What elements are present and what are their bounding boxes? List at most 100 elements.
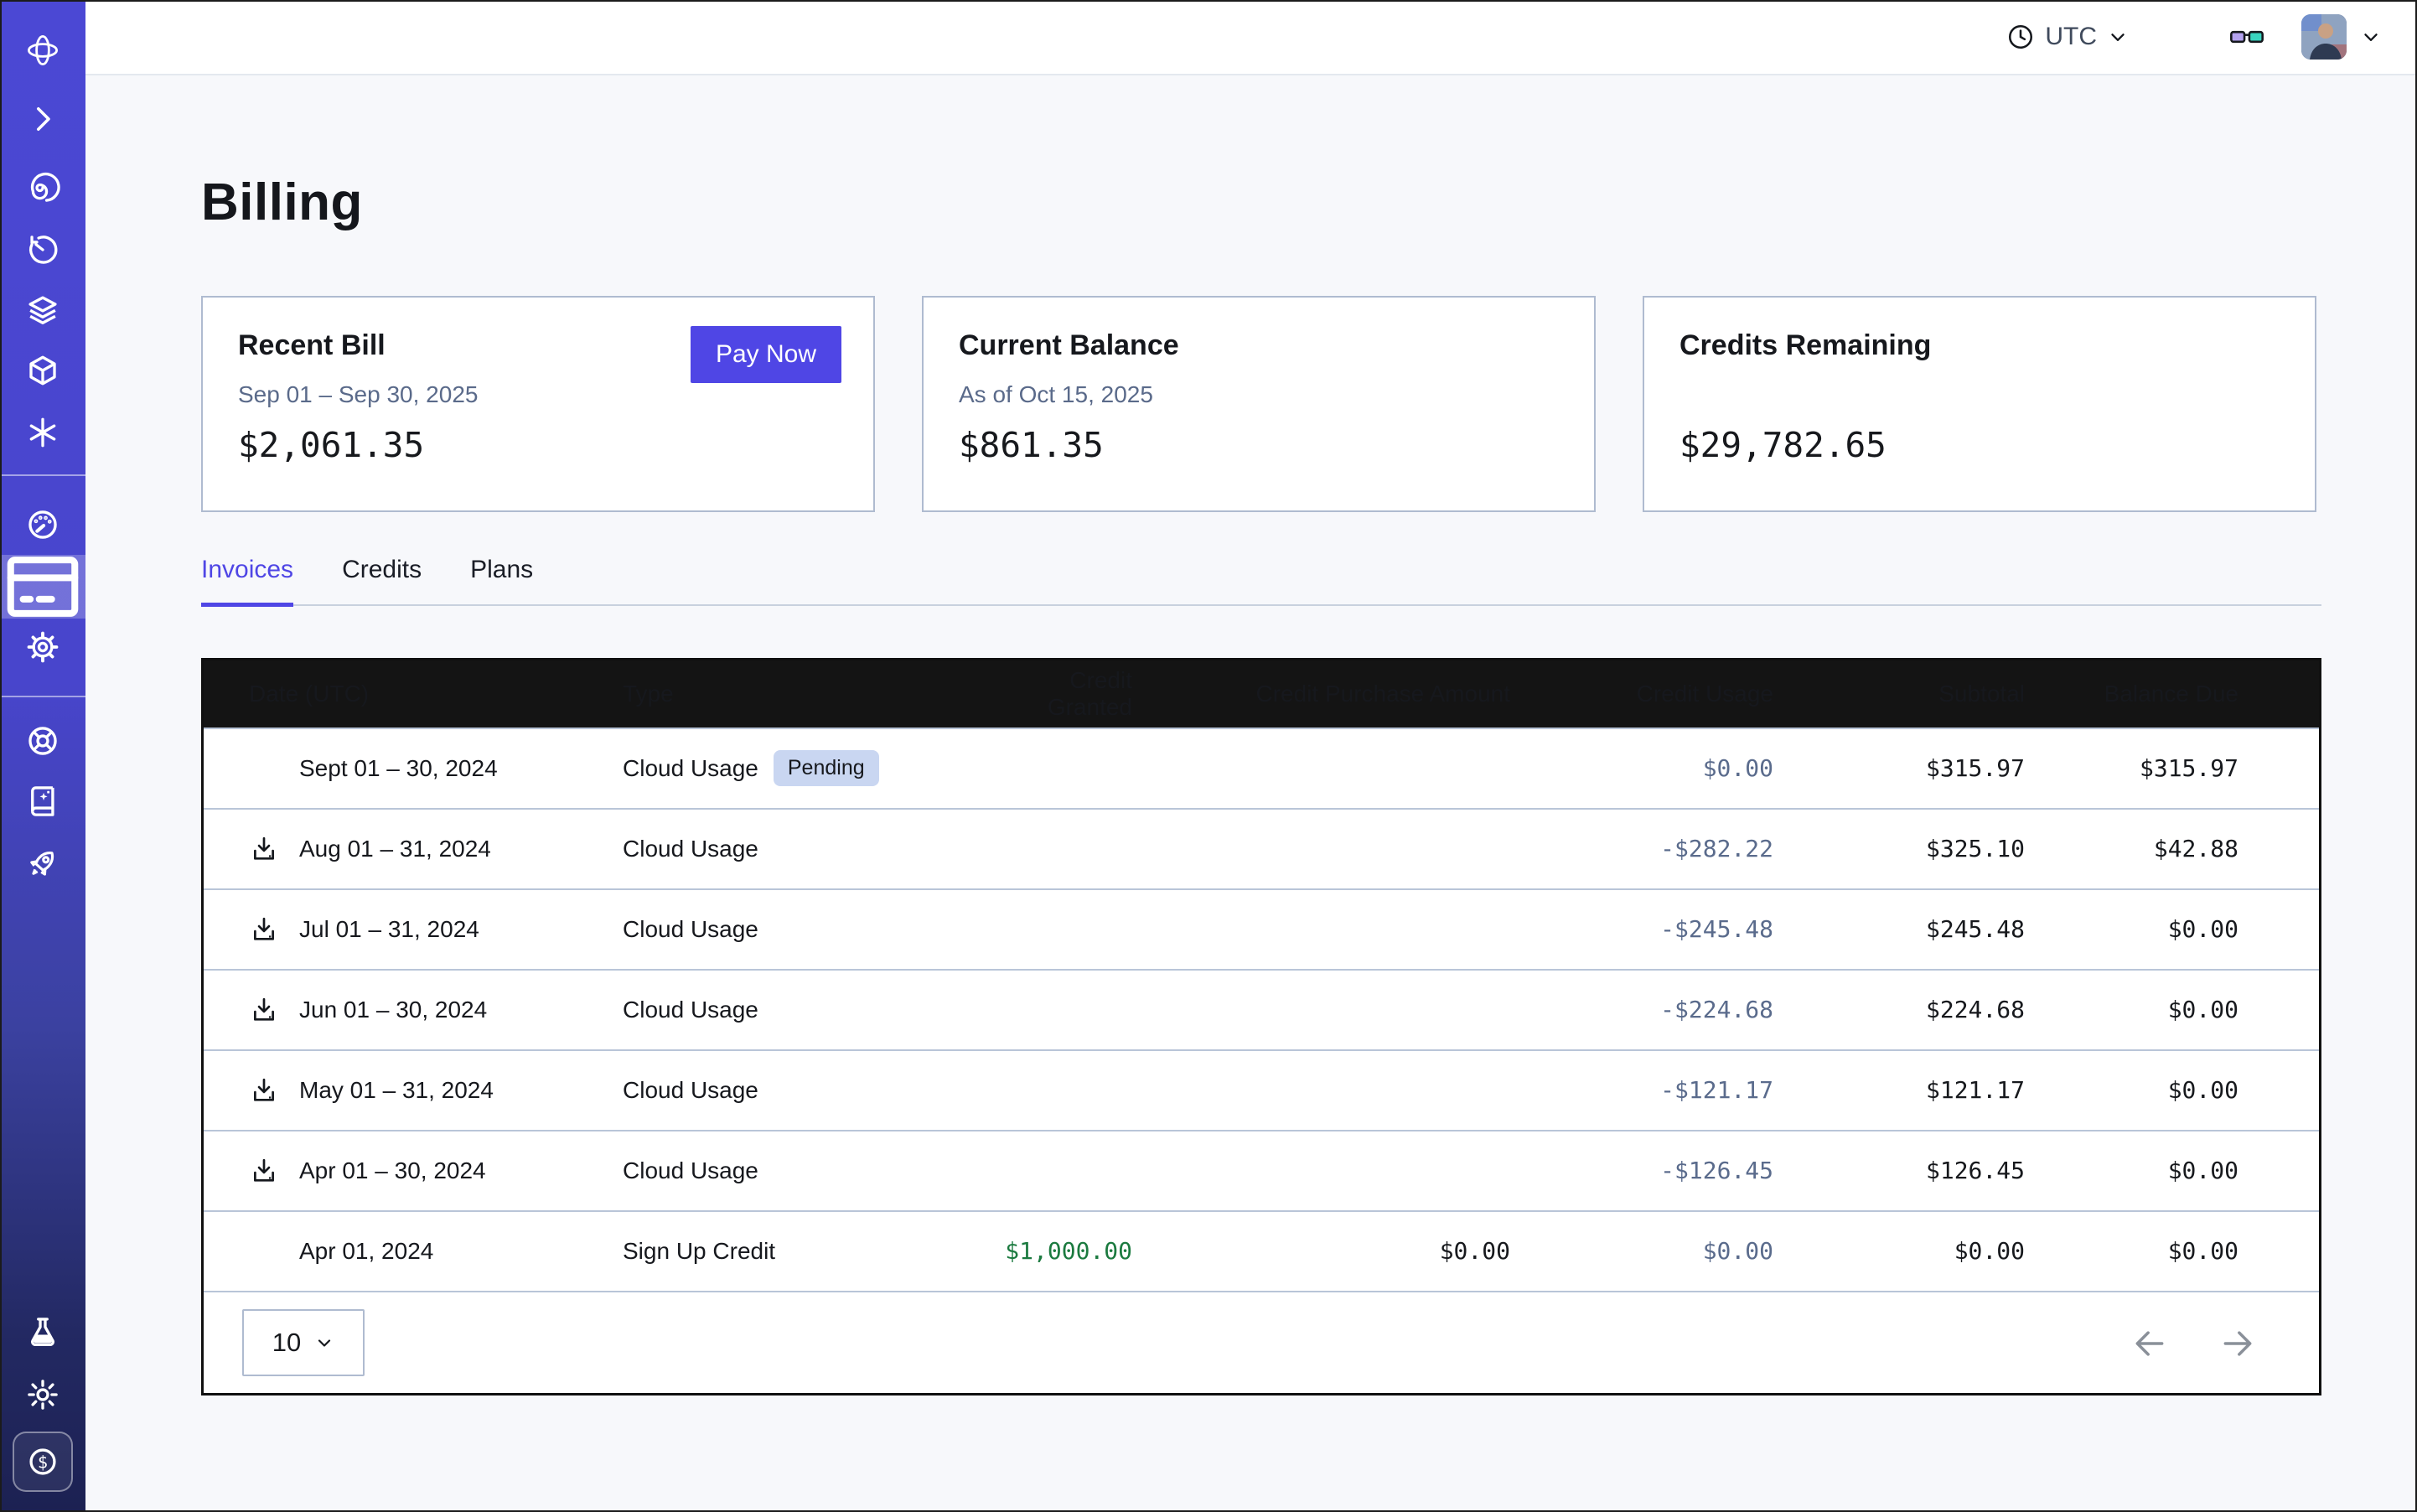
cube-icon[interactable] — [0, 340, 85, 401]
table-row: Apr 01 – 30, 2024 Cloud Usage -$126.45 $… — [204, 1130, 2319, 1210]
asterisk-icon[interactable] — [0, 402, 85, 463]
tab-plans[interactable]: Plans — [470, 556, 533, 607]
svg-text:$: $ — [38, 1452, 48, 1472]
timezone-selector[interactable]: UTC — [2006, 23, 2129, 51]
subtotal-value: $245.48 — [1773, 915, 2025, 943]
sidebar-divider — [0, 696, 85, 697]
balance-due-value: $0.00 — [2025, 996, 2319, 1023]
invoice-date: Sept 01 – 30, 2024 — [299, 755, 498, 782]
subtotal-value: $121.17 — [1773, 1076, 2025, 1104]
subtotal-value: $315.97 — [1773, 754, 2025, 782]
invoice-date: Apr 01, 2024 — [299, 1238, 433, 1265]
table-row: Jun 01 – 30, 2024 Cloud Usage -$224.68 $… — [204, 969, 2319, 1049]
table-row: Apr 01, 2024 Sign Up Credit $1,000.00 $0… — [204, 1210, 2319, 1291]
tab-invoices[interactable]: Invoices — [201, 556, 293, 607]
table-header: Date (UTC) Type Credit Granted Credit Pu… — [204, 660, 2319, 728]
download-icon — [250, 1076, 278, 1105]
invoice-type: Cloud Usage — [623, 1157, 758, 1184]
download-slot — [249, 753, 279, 784]
recent-bill-card: Recent Bill Sep 01 – Sep 30, 2025 $2,061… — [201, 296, 875, 512]
next-page-button[interactable] — [2219, 1325, 2256, 1362]
dollar-badge-icon: $ — [24, 1443, 61, 1480]
table-row: Sept 01 – 30, 2024 Cloud Usage Pending $… — [204, 728, 2319, 808]
credits-remaining-card: Credits Remaining $29,782.65 — [1643, 296, 2316, 512]
balance-due-value: $0.00 — [2025, 1157, 2319, 1184]
invoice-date: Jul 01 – 31, 2024 — [299, 916, 479, 943]
download-invoice-button[interactable] — [249, 1075, 279, 1106]
invoice-type-cell: Cloud Usage — [623, 1077, 983, 1104]
credit-usage-value: -$282.22 — [1510, 835, 1773, 862]
download-invoice-button[interactable] — [249, 995, 279, 1025]
table-row: Jul 01 – 31, 2024 Cloud Usage -$245.48 $… — [204, 888, 2319, 969]
flask-icon[interactable] — [0, 1302, 85, 1363]
spiral-icon[interactable] — [0, 158, 85, 218]
page-title: Billing — [201, 173, 2321, 232]
download-invoice-button[interactable] — [249, 1156, 279, 1186]
invoice-type: Cloud Usage — [623, 997, 758, 1023]
invoice-date: Aug 01 – 31, 2024 — [299, 836, 491, 862]
invoice-date: May 01 – 31, 2024 — [299, 1077, 494, 1104]
layers-icon[interactable] — [0, 280, 85, 340]
rocket-icon[interactable] — [0, 833, 85, 893]
orbit-logo-icon[interactable] — [0, 20, 85, 80]
page-size-value: 10 — [272, 1328, 301, 1358]
invoice-date-cell: Apr 01, 2024 — [204, 1236, 623, 1266]
gear-icon[interactable] — [0, 617, 85, 677]
book-sparkle-icon[interactable] — [0, 771, 85, 831]
invoice-type-cell: Cloud Usage — [623, 1157, 983, 1184]
invoice-type-cell: Cloud Usage Pending — [623, 750, 983, 786]
card-title: Credits Remaining — [1679, 329, 1931, 362]
invoice-date-cell: May 01 – 31, 2024 — [204, 1075, 623, 1106]
balance-due-value: $0.00 — [2025, 1076, 2319, 1104]
prev-page-button[interactable] — [2131, 1325, 2168, 1362]
glasses-icon[interactable] — [2229, 26, 2264, 48]
page-size-select[interactable]: 10 — [242, 1309, 365, 1376]
download-invoice-button[interactable] — [249, 834, 279, 864]
invoice-date-cell: Apr 01 – 30, 2024 — [204, 1156, 623, 1186]
avatar[interactable] — [2301, 14, 2347, 60]
credit-usage-value: -$224.68 — [1510, 996, 1773, 1023]
invoice-type-cell: Sign Up Credit — [623, 1238, 983, 1265]
dollar-badge-button[interactable]: $ — [13, 1432, 73, 1492]
chevron-down-icon — [2107, 26, 2129, 48]
subtotal-value: $224.68 — [1773, 996, 2025, 1023]
tab-credits[interactable]: Credits — [342, 556, 422, 607]
chevron-right-icon[interactable] — [0, 89, 85, 149]
timer-icon[interactable] — [0, 220, 85, 280]
download-icon — [250, 835, 278, 863]
sidebar: $ — [0, 0, 85, 1512]
sun-icon[interactable] — [0, 1364, 85, 1425]
clock-icon — [2006, 23, 2035, 51]
subtotal-value: $0.00 — [1773, 1237, 2025, 1265]
credit-granted-value: $1,000.00 — [983, 1237, 1132, 1265]
invoice-type: Cloud Usage — [623, 755, 758, 782]
download-icon — [250, 996, 278, 1024]
helm-icon[interactable] — [0, 711, 85, 771]
download-invoice-button[interactable] — [249, 914, 279, 945]
col-subtotal: Subtotal — [1773, 681, 2025, 707]
invoice-type: Cloud Usage — [623, 836, 758, 862]
credit-usage-value: -$245.48 — [1510, 915, 1773, 943]
user-menu-chevron-icon[interactable] — [2360, 26, 2382, 48]
invoice-type-cell: Cloud Usage — [623, 997, 983, 1023]
invoice-date-cell: Aug 01 – 31, 2024 — [204, 834, 623, 864]
card-subtitle: Sep 01 – Sep 30, 2025 — [238, 381, 478, 408]
table-footer: 10 — [204, 1291, 2319, 1393]
pay-now-button[interactable]: Pay Now — [691, 326, 841, 383]
download-icon — [250, 1157, 278, 1185]
invoice-type: Cloud Usage — [623, 916, 758, 943]
col-credit-granted: Credit Granted — [983, 667, 1132, 721]
arrow-left-icon — [2131, 1325, 2168, 1362]
invoice-type: Sign Up Credit — [623, 1238, 775, 1265]
arrow-right-icon — [2219, 1325, 2256, 1362]
col-credit-purchase: Credit Purchase Amount — [1132, 681, 1510, 707]
status-badge: Pending — [774, 750, 879, 786]
invoice-date: Apr 01 – 30, 2024 — [299, 1157, 486, 1184]
invoice-date-cell: Jul 01 – 31, 2024 — [204, 914, 623, 945]
current-balance-card: Current Balance As of Oct 15, 2025 $861.… — [922, 296, 1596, 512]
sidebar-item-billing[interactable] — [0, 555, 85, 619]
topbar: UTC — [85, 0, 2417, 75]
credit-usage-value: $0.00 — [1510, 754, 1773, 782]
card-amount: $29,782.65 — [1679, 425, 1887, 465]
invoice-type-cell: Cloud Usage — [623, 916, 983, 943]
